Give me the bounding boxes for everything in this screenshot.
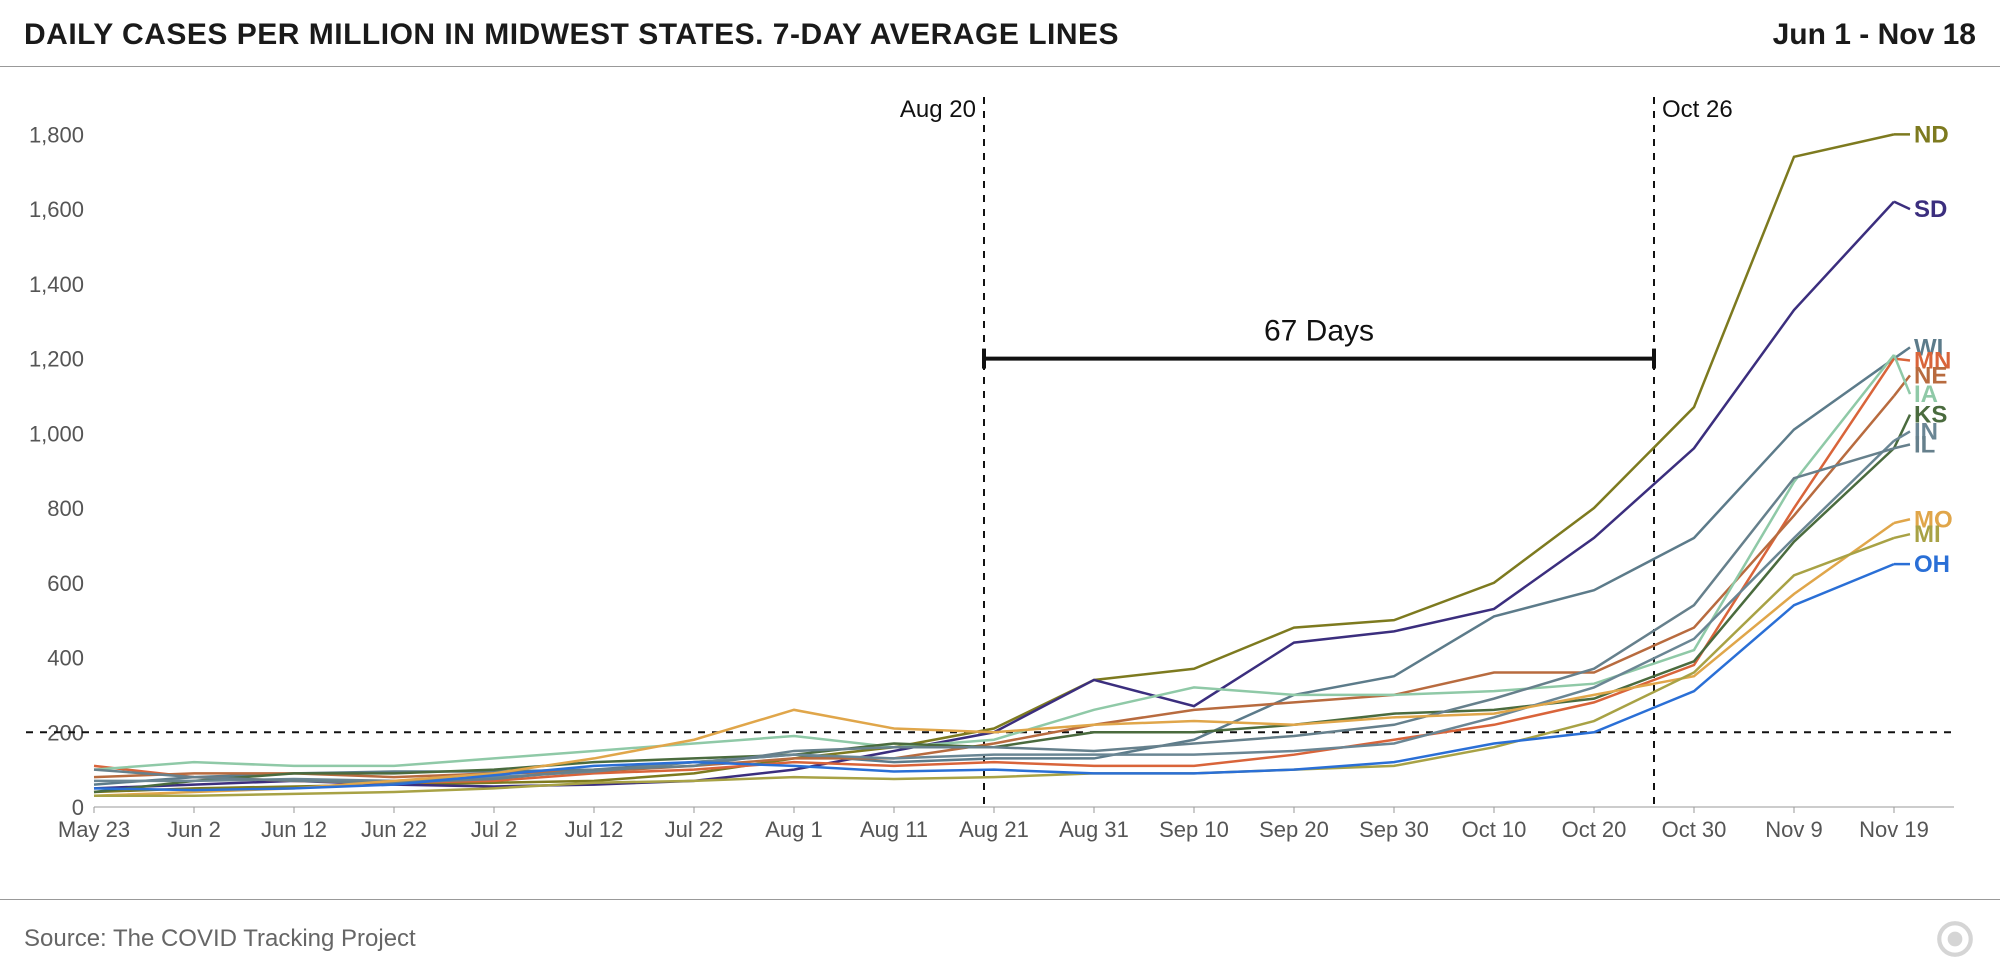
- y-tick-label: 1,800: [29, 122, 84, 147]
- y-tick-label: 400: [47, 646, 84, 671]
- chart-title: DAILY CASES PER MILLION IN MIDWEST STATE…: [24, 18, 1119, 52]
- x-tick-label: Sep 10: [1159, 817, 1229, 842]
- x-tick-label: Jun 22: [361, 817, 427, 842]
- series-label-ND: ND: [1914, 121, 1949, 148]
- chart-area: 02004006008001,0001,2001,4001,6001,800 M…: [24, 87, 1976, 867]
- series-line-MI: [94, 538, 1894, 796]
- vline-label-oct26: Oct 26: [1662, 96, 1733, 123]
- series-label-MI: MI: [1914, 521, 1941, 548]
- x-tick-label: May 23: [58, 817, 130, 842]
- chart-svg: 02004006008001,0001,2001,4001,6001,800 M…: [24, 87, 1976, 867]
- series-label-SD: SD: [1914, 196, 1947, 223]
- x-tick-label: Jul 2: [471, 817, 517, 842]
- x-tick-label: Jul 22: [665, 817, 724, 842]
- bracket-label: 67 Days: [1264, 315, 1374, 348]
- series-line-OH: [94, 564, 1894, 790]
- series-label-IL: IL: [1914, 432, 1935, 459]
- chart-header: DAILY CASES PER MILLION IN MIDWEST STATE…: [0, 0, 2000, 67]
- chart-footer: Source: The COVID Tracking Project: [0, 899, 2000, 976]
- y-tick-label: 1,000: [29, 421, 84, 446]
- y-tick-label: 600: [47, 571, 84, 596]
- series-line-SD: [94, 202, 1894, 789]
- series-line-ND: [94, 134, 1894, 792]
- x-tick-label: Jun 2: [167, 817, 221, 842]
- y-tick-label: 800: [47, 496, 84, 521]
- logo-icon: [1934, 918, 1976, 960]
- x-tick-label: Sep 20: [1259, 817, 1329, 842]
- x-tick-label: Aug 11: [860, 817, 928, 842]
- series-line-IN: [94, 441, 1894, 781]
- y-tick-label: 1,200: [29, 347, 84, 372]
- chart-source: Source: The COVID Tracking Project: [24, 925, 416, 953]
- x-tick-label: Oct 30: [1662, 817, 1727, 842]
- y-tick-label: 1,400: [29, 272, 84, 297]
- chart-date-range: Jun 1 - Nov 18: [1773, 18, 1976, 52]
- x-tick-label: Oct 20: [1562, 817, 1627, 842]
- series-label-OH: OH: [1914, 551, 1950, 578]
- x-tick-label: Aug 31: [1059, 817, 1129, 842]
- x-tick-label: Aug 1: [765, 817, 823, 842]
- x-tick-label: Oct 10: [1462, 817, 1527, 842]
- x-tick-label: Aug 21: [959, 817, 1029, 842]
- y-tick-label: 1,600: [29, 197, 84, 222]
- x-tick-label: Sep 30: [1359, 817, 1429, 842]
- x-tick-label: Jun 12: [261, 817, 327, 842]
- x-tick-label: Jul 12: [565, 817, 624, 842]
- x-tick-label: Nov 9: [1765, 817, 1822, 842]
- vline-label-aug20: Aug 20: [900, 96, 976, 123]
- x-tick-label: Nov 19: [1859, 817, 1929, 842]
- y-tick-label: 200: [47, 720, 84, 745]
